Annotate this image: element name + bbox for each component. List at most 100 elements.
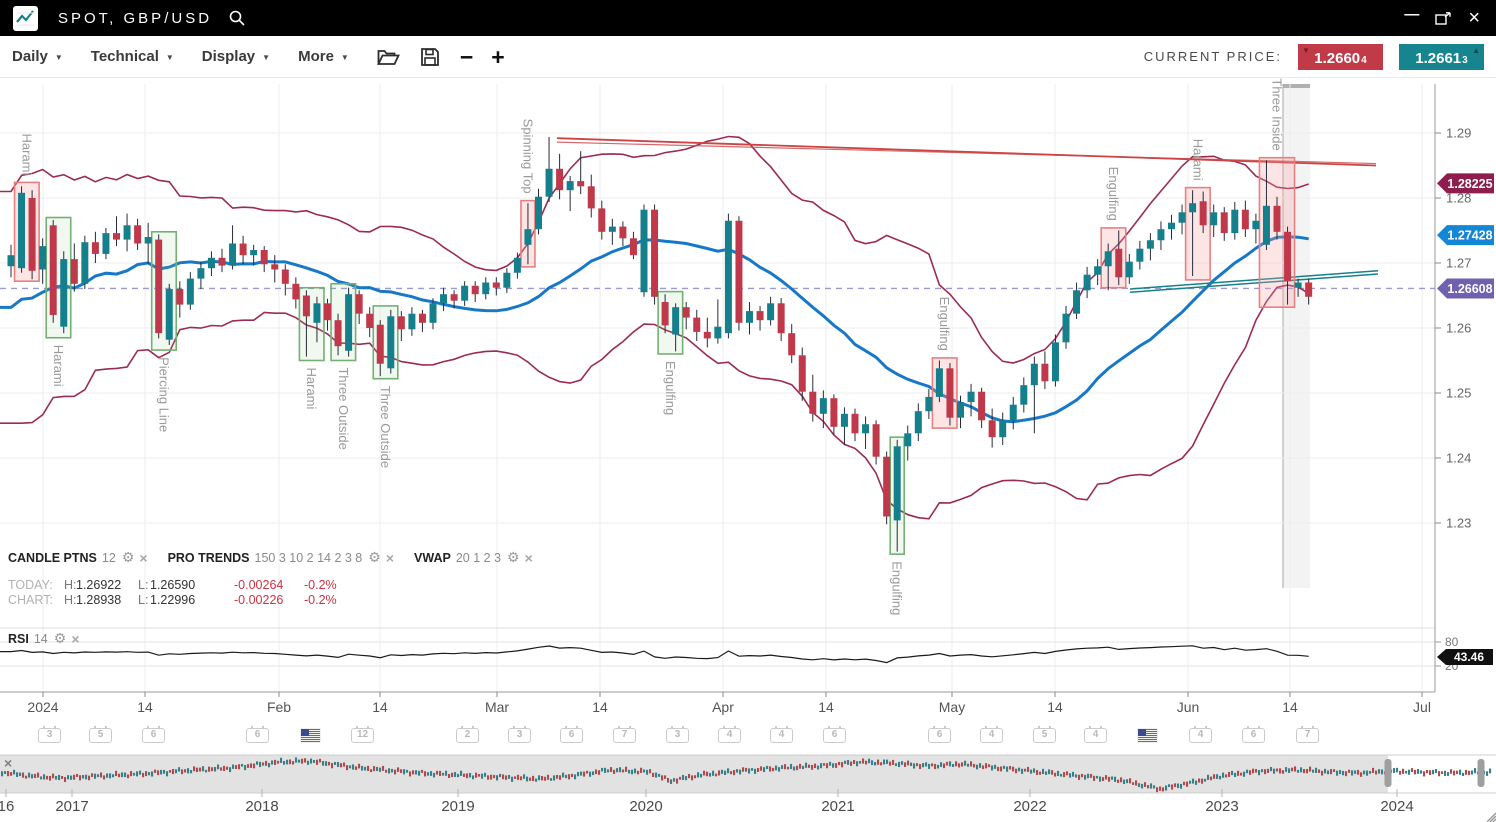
remove-indicator-icon[interactable]: × (139, 550, 147, 566)
current-price-label: CURRENT PRICE: (1144, 49, 1282, 64)
menu-more[interactable]: More ▼ (298, 48, 349, 65)
open-folder-icon[interactable] (377, 48, 400, 66)
overview-year-label: 2024 (1380, 798, 1413, 815)
settings-gear-icon[interactable]: ⚙ (122, 549, 135, 566)
x-axis-label: 14 (592, 699, 608, 715)
x-axis-label: 14 (1282, 699, 1298, 715)
overview-year-label: 2021 (821, 798, 854, 815)
calendar-event-icon[interactable]: 5 (1033, 728, 1056, 743)
overview-close-icon[interactable]: × (4, 755, 12, 771)
resize-grip[interactable] (1487, 813, 1496, 822)
pattern-label: Spinning Top (520, 119, 535, 194)
menu-technical[interactable]: Technical ▼ (91, 48, 174, 65)
chevron-down-icon: ▼ (55, 53, 63, 62)
x-axis-label: Feb (267, 699, 291, 715)
chevron-down-icon: ▼ (341, 53, 349, 62)
y-axis-label: 1.23 (1446, 516, 1471, 531)
save-icon[interactable] (420, 47, 440, 67)
us-flag-icon[interactable] (301, 729, 320, 742)
pro-trends-indicator-label[interactable]: PRO TRENDS (168, 551, 250, 565)
overview-navigator[interactable]: ×1620172018201920202021202220232024 (0, 755, 1496, 815)
price-marker-value: 1.26608 (1447, 282, 1492, 296)
y-axis-label: 1.24 (1446, 451, 1471, 466)
settings-gear-icon[interactable]: ⚙ (54, 630, 67, 647)
navigator-right-handle[interactable] (1478, 759, 1485, 787)
ask-price-badge: ▲ 1.26613 (1399, 44, 1484, 70)
x-axis-label: 14 (1047, 699, 1063, 715)
calendar-event-icon[interactable]: 7 (613, 728, 636, 743)
calendar-event-icon[interactable]: 6 (246, 728, 269, 743)
calendar-event-icon[interactable]: 4 (770, 728, 793, 743)
price-down-arrow-icon: ▼ (1302, 46, 1310, 55)
overview-year-label: 2019 (441, 798, 474, 815)
calendar-event-icon[interactable]: 4 (980, 728, 1003, 743)
pattern-label: Harami (51, 345, 66, 387)
resistance-trendline (557, 138, 1376, 165)
pattern-label: Three Inside (1270, 78, 1285, 150)
close-button[interactable]: × (1468, 7, 1480, 30)
calendar-event-icon[interactable]: 6 (928, 728, 951, 743)
y-axis-label: 1.29 (1446, 126, 1471, 141)
vwap-trendline (1130, 274, 1378, 292)
calendar-event-icon[interactable]: 5 (89, 728, 112, 743)
calendar-event-icon[interactable]: 7 (1296, 728, 1319, 743)
chart-stats-row: CHART: H: 1.28938 L: 1.22996 -0.00226 -0… (8, 593, 337, 607)
calendar-event-icon[interactable]: 6 (142, 728, 165, 743)
menu-display[interactable]: Display ▼ (202, 48, 270, 65)
minimize-button[interactable]: — (1404, 10, 1419, 20)
overview-year-label: 2018 (245, 798, 278, 815)
resistance-trendline (557, 142, 1376, 163)
calendar-event-icon[interactable]: 12 (351, 728, 374, 743)
candle-patterns-indicator-label[interactable]: CANDLE PTNS (8, 551, 97, 565)
rsi-indicator-label[interactable]: RSI (8, 632, 29, 646)
remove-indicator-icon[interactable]: × (386, 550, 394, 566)
vwap-trendline (1130, 271, 1378, 289)
pattern-label: Engulfing (937, 297, 952, 351)
remove-indicator-icon[interactable]: × (71, 631, 79, 647)
pattern-labels: HaramiHaramiPiercing LineHaramiThree Out… (19, 78, 1284, 615)
zoom-in-button[interactable]: + (491, 47, 504, 67)
calendar-event-icon[interactable]: 3 (508, 728, 531, 743)
settings-gear-icon[interactable]: ⚙ (507, 549, 520, 566)
x-axis-label: Jul (1413, 699, 1431, 715)
overview-year-label: 2022 (1013, 798, 1046, 815)
pattern-label: Engulfing (890, 561, 905, 615)
popout-button[interactable] (1435, 11, 1452, 26)
trendlines[interactable] (557, 138, 1378, 292)
zoom-out-button[interactable]: − (460, 47, 473, 67)
calendar-event-icon[interactable]: 6 (823, 728, 846, 743)
settings-gear-icon[interactable]: ⚙ (368, 549, 381, 566)
pattern-label: Three Outside (336, 368, 351, 450)
axes: 202414Feb14Mar14Apr14May14Jun14Jul1.291.… (0, 84, 1471, 715)
overview-year-label: 2020 (629, 798, 662, 815)
price-up-arrow-icon: ▲ (1472, 46, 1480, 55)
calendar-event-icon[interactable]: 2 (456, 728, 479, 743)
pattern-label: Harami (304, 368, 319, 410)
calendar-event-icon[interactable]: 4 (718, 728, 741, 743)
pattern-label: Engulfing (663, 361, 678, 415)
calendar-event-icon[interactable]: 3 (666, 728, 689, 743)
calendar-event-icon[interactable]: 4 (1084, 728, 1107, 743)
calendar-event-icon[interactable]: 6 (1242, 728, 1265, 743)
pattern-label: Harami (19, 133, 34, 175)
today-change-pct: -0.2% (304, 578, 337, 592)
navigator-left-handle[interactable] (1385, 759, 1392, 787)
chevron-down-icon: ▼ (166, 53, 174, 62)
overview-year-label: 16 (0, 798, 14, 815)
x-axis-label: Jun (1177, 699, 1200, 715)
indicator-legend: CANDLE PTNS 12 ⚙ × PRO TRENDS 150 3 10 2… (8, 549, 533, 566)
vwap-indicator-label[interactable]: VWAP (414, 551, 451, 565)
window-title: SPOT, GBP/USD (58, 10, 212, 27)
pattern-label: Harami (1190, 139, 1205, 181)
calendar-event-icon[interactable]: 3 (38, 728, 61, 743)
menu-daily[interactable]: Daily ▼ (12, 48, 63, 65)
trading-app-window: { "window": { "title": "SPOT, GBP/USD" }… (0, 0, 1496, 822)
calendar-event-icon[interactable]: 6 (560, 728, 583, 743)
search-icon[interactable] (228, 9, 246, 27)
remove-indicator-icon[interactable]: × (525, 550, 533, 566)
x-axis-label: 2024 (27, 699, 58, 715)
price-marker-value: 1.27428 (1447, 229, 1492, 243)
calendar-event-icon[interactable]: 4 (1189, 728, 1212, 743)
us-flag-icon[interactable] (1138, 729, 1157, 742)
price-chart[interactable]: HaramiHaramiPiercing LineHaramiThree Out… (0, 78, 1496, 822)
